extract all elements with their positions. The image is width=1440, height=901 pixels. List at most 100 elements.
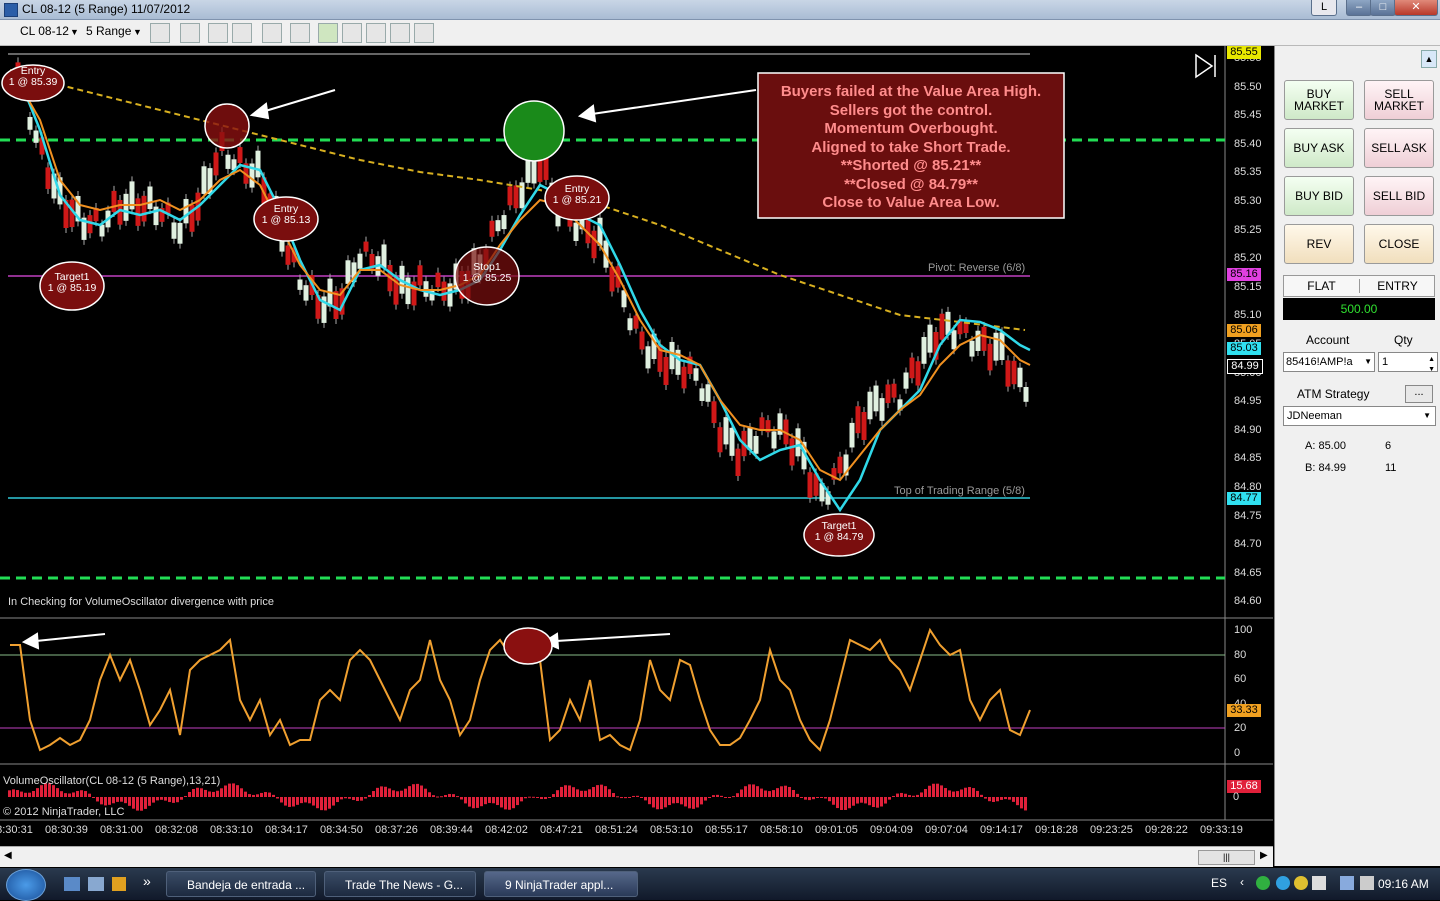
start-button-icon[interactable] [6,869,46,901]
chart-scrollbar[interactable]: ◀ ||| ▶ [0,846,1273,867]
volume-oscillator-bar [380,786,383,797]
add-indicator-icon[interactable] [208,23,228,43]
candle-body [45,167,51,189]
atm-settings-button[interactable]: ... [1405,385,1433,403]
volume-oscillator-bar [496,797,499,806]
close-position-button[interactable]: CLOSE [1364,224,1434,264]
buy-ask-button[interactable]: BUY ASK [1284,128,1354,168]
qty-down-icon[interactable]: ▼ [1428,361,1435,379]
language-button[interactable]: L [1311,0,1337,16]
volume-oscillator-bar [356,797,359,802]
tray-app-icon[interactable] [1276,876,1290,890]
volume-oscillator-bar [940,785,943,797]
explorer-icon[interactable] [88,877,104,891]
candle-body [705,384,711,402]
volume-oscillator-bar [784,785,787,797]
crosshair-icon[interactable] [262,23,282,43]
candle-body [915,361,921,386]
data-box-icon[interactable] [342,23,362,43]
sell-bid-button[interactable]: SELL BID [1364,176,1434,216]
candle-body [867,391,873,420]
quantity-stepper[interactable]: 1 ▲ ▼ [1378,352,1438,373]
atm-strategy-select[interactable]: JDNeeman ▼ [1283,406,1436,426]
volume-oscillator-bar [628,797,631,798]
tray-app-icon[interactable] [1312,876,1326,890]
volume-oscillator-bar [84,791,87,797]
candle-body [183,198,189,224]
volume-oscillator-bar [564,785,567,797]
outlook-icon[interactable] [112,877,126,891]
taskbar-item-ninjatrader[interactable]: 9 NinjaTrader appl... [484,871,638,897]
close-window-button[interactable]: ✕ [1394,0,1438,16]
sell-ask-button[interactable]: SELL ASK [1364,128,1434,168]
volume-oscillator-bar [236,785,239,797]
volume-icon[interactable] [1360,876,1374,890]
instrument-dropdown-icon[interactable]: ▼ [70,27,79,37]
sell-market-button[interactable]: SELL MARKET [1364,80,1434,120]
candle-body [255,150,261,178]
volume-oscillator-bar [484,797,487,805]
period-selector[interactable]: 5 Range [86,24,131,38]
volume-oscillator-bar [760,788,763,797]
minimize-button[interactable]: – [1346,0,1372,16]
volume-oscillator-bar [904,793,907,797]
snapshot-icon[interactable] [366,23,386,43]
volume-oscillator-bar [932,783,935,797]
volume-oscillator-bar [608,789,611,797]
taskbar-item-outlook[interactable]: Bandeja de entrada ... [166,871,316,897]
language-indicator[interactable]: ES [1211,876,1227,890]
candle-body [417,265,423,286]
volume-oscillator-bar [704,797,707,801]
zoom-icon[interactable] [290,23,310,43]
annotation-line: Buyers failed at the Value Area High. [780,83,1042,100]
indicator-note: In Checking for VolumeOscillator diverge… [8,596,274,608]
volume-oscillator-bar [588,789,591,797]
maximize-button[interactable]: □ [1370,0,1396,16]
properties-icon[interactable] [414,23,434,43]
strategy-icon[interactable] [232,23,252,43]
chart-toolbar: CL 08-12 ▼ 5 Range ▼ [0,20,1440,46]
candle-body [753,435,759,454]
chart-style-icon[interactable] [150,23,170,43]
quicklaunch-more[interactable]: » [143,873,151,889]
buy-bid-button[interactable]: BUY BID [1284,176,1354,216]
volume-oscillator-bar [896,793,899,797]
taskbar-item-chrome[interactable]: Trade The News - G... [324,871,476,897]
instrument-selector[interactable]: CL 08-12 [20,24,69,38]
tray-expand-icon[interactable]: ‹ [1240,875,1244,889]
volume-oscillator-bar [792,790,795,797]
network-icon[interactable] [1340,876,1354,890]
scroll-right-icon[interactable]: ▶ [1260,850,1268,861]
period-dropdown-icon[interactable]: ▼ [133,27,142,37]
tray-app-icon[interactable] [1294,876,1308,890]
buy-market-button[interactable]: BUY MARKET [1284,80,1354,120]
account-dropdown-icon[interactable]: ▼ [1364,353,1372,371]
volume-oscillator-bar [260,792,263,797]
candle-body [171,222,177,239]
account-select[interactable]: 85416!AMP!a ▼ [1283,352,1375,372]
chart-trader-icon[interactable] [318,23,338,43]
scroll-to-end-icon[interactable] [1195,53,1216,79]
scroll-left-icon[interactable]: ◀ [4,850,12,861]
volume-oscillator-bar [112,797,115,804]
time-tick-label: 08:34:50 [320,824,363,836]
drawing-tool-icon[interactable] [180,23,200,43]
tray-app-icon[interactable] [1256,876,1270,890]
candle-body [717,427,723,453]
volume-oscillator-bar [652,797,655,808]
volume-oscillator-bar [964,787,967,797]
volume-oscillator-bar [148,797,151,806]
chart-area[interactable]: 85.55 85.50 85.45 85.40 85.35 85.30 85.25 85.20… [0,46,1273,846]
candle-body [123,193,129,221]
print-icon[interactable] [390,23,410,43]
show-desktop-icon[interactable] [64,877,80,891]
candle-body [201,166,207,194]
volume-oscillator-bar [988,797,991,802]
volume-oscillator-bar [980,794,983,797]
candle-body [849,422,855,448]
scroll-thumb[interactable]: ||| [1198,850,1255,865]
volume-oscillator-bar [992,797,995,802]
atm-dropdown-icon[interactable]: ▼ [1423,407,1431,425]
reverse-button[interactable]: REV [1284,224,1354,264]
panel-collapse-icon[interactable]: ▲ [1421,50,1437,68]
